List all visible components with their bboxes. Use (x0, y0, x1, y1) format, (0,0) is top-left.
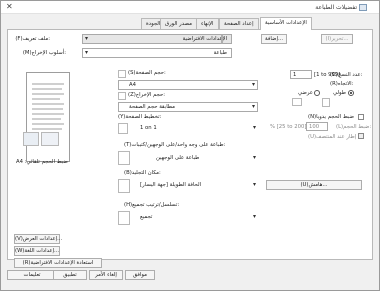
printer-icon (359, 4, 367, 11)
orientation-label: (R)الاتجاه: (330, 81, 354, 87)
page-layout-label: (Y)تخطيط الصفحة: (118, 114, 162, 120)
title-bar: ✕ تفضيلات الطباعة (1, 1, 379, 14)
chevron-down-icon: ▾ (85, 49, 89, 56)
page-size-label: (S)حجم الصفحة: (128, 70, 166, 76)
collate-label: (H)تسلسل/ترتيب تجميع: (124, 202, 180, 208)
duplex-label: (T)طباعة على وجه واحد/على الوجهين/كتيبات… (124, 142, 226, 148)
apply-button[interactable]: تطبيق (53, 270, 87, 280)
page-layout-select[interactable]: ▾ 1 on 1 (132, 124, 258, 134)
scale-spinner[interactable]: 100 (306, 122, 328, 131)
portrait-icon (322, 98, 330, 107)
landscape-radio[interactable] (314, 90, 320, 96)
tab-paper-source[interactable]: مصدر الورق (160, 18, 197, 29)
window-title: تفضيلات الطباعة (315, 4, 357, 11)
ok-button[interactable]: موافق (125, 270, 155, 280)
binding-location-label: (B)مكان التجليد: (124, 170, 161, 176)
document-small-icon (41, 132, 59, 146)
portrait-label: طولي (333, 90, 346, 96)
preview-caption: A4 :ضبط الحجم تلقائي (16, 159, 68, 165)
page-size-icon (118, 70, 126, 78)
duplex-select[interactable]: ▾ طباعة على الوجهين (132, 154, 258, 164)
profile-select[interactable]: ▾ الإعدادات الافتراضية (82, 34, 232, 44)
copies-range: [1 to 999] (314, 72, 341, 78)
output-size-select[interactable]: ▾ مطابقة حجم الصفحة (118, 102, 258, 112)
portrait-radio[interactable] (348, 90, 354, 96)
landscape-icon (292, 98, 302, 106)
collate-icon (118, 211, 130, 225)
restore-defaults-button[interactable]: (R)استعادة الإعدادات الافتراضية (14, 258, 102, 268)
binding-location-select[interactable]: ▾ الحافة الطويلة [جهة اليسار] (132, 181, 258, 191)
tab-page-setup[interactable]: إعداد الصفحة (219, 18, 259, 29)
landscape-label: عرضي (298, 90, 313, 96)
output-method-label: (M)أسلوب الإخراج: (22, 50, 66, 56)
chevron-down-icon: ▾ (252, 124, 256, 131)
cancel-button[interactable]: إلغاء الأمر (89, 270, 123, 280)
chevron-down-icon: ▾ (251, 81, 255, 88)
chevron-down-icon: ▾ (85, 35, 89, 42)
manual-scaling-label: (N)ضبط الحجم يدويا (308, 114, 354, 120)
scale-label: (L)ضبط الحجم: (336, 124, 372, 130)
collate-select[interactable]: ▾ تجميع (132, 213, 258, 223)
chevron-down-icon: ▾ (252, 213, 256, 220)
chevron-down-icon: ▾ (251, 103, 255, 110)
tab-finishing[interactable]: الإنهاء (196, 18, 219, 29)
add-profile-button[interactable]: إضافة... (261, 34, 287, 44)
output-size-icon (118, 92, 126, 100)
center-frame-label: (U)إطار عند المنتصف (308, 134, 357, 140)
close-icon[interactable]: ✕ (6, 2, 13, 11)
scale-range: % [25 to 200] (270, 124, 307, 130)
output-size-label: (Z)حجم الإخراج: (128, 92, 166, 98)
print-preferences-window: ✕ تفضيلات الطباعة الجودة مصدر الورق الإن… (0, 0, 380, 291)
language-settings-button[interactable]: (W)إعدادات اللغة... (14, 246, 60, 256)
center-frame-checkbox[interactable] (358, 133, 364, 139)
profile-label: (F)ملف تعريف: (15, 36, 50, 42)
settings-panel: (F)ملف تعريف: ▾ الإعدادات الافتراضية إضا… (7, 29, 373, 268)
layout-icon (118, 123, 128, 134)
page-preview (26, 72, 70, 162)
chevron-down-icon: ▾ (252, 154, 256, 161)
tab-basic-settings[interactable]: الإعدادات الأساسية (260, 17, 312, 30)
page-size-select[interactable]: ▾ A4 (118, 80, 258, 90)
margins-button[interactable]: (U)هامش... (266, 180, 362, 190)
copies-spinner[interactable]: 1 (290, 70, 312, 79)
duplex-icon (118, 151, 130, 165)
binding-icon (118, 179, 130, 193)
edit-profile-button[interactable]: (I)تحرير... (321, 34, 353, 44)
view-settings-button[interactable]: (V)إعدادات العرض... (14, 234, 62, 244)
help-button[interactable]: تعليمات (7, 270, 57, 280)
output-method-select[interactable]: ▾ طباعة (82, 48, 232, 58)
chevron-down-icon: ▾ (252, 181, 256, 188)
manual-scaling-checkbox[interactable] (358, 114, 364, 120)
printer-small-icon (23, 132, 39, 146)
